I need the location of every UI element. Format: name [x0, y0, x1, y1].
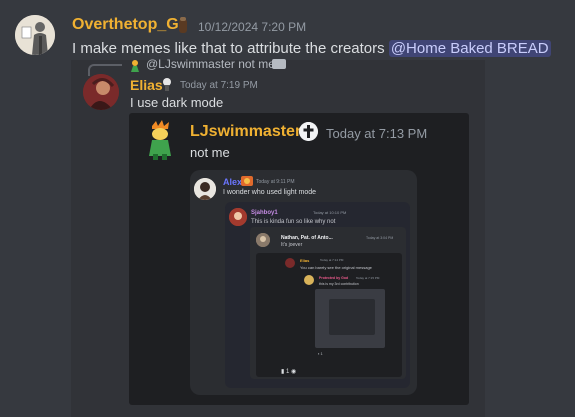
sjah-avatar-image: [229, 208, 247, 226]
message-text: I make memes like that to attribute the …: [72, 40, 551, 57]
reaction-count: 1: [320, 351, 323, 356]
bread-badge-icon: [179, 17, 187, 33]
add-reaction-icon: ◉: [291, 369, 297, 375]
author-name: Protected by God: [319, 276, 349, 280]
avatar[interactable]: [83, 74, 119, 110]
cross-icon: [299, 122, 318, 141]
reply-text: not me: [238, 57, 275, 71]
author-name: Elias: [300, 258, 310, 263]
elias-avatar-image: [83, 74, 119, 110]
avatar: [229, 208, 247, 226]
image-icon: [272, 59, 286, 69]
avatar: [304, 275, 314, 285]
message-timestamp: Today at 3:04 PM: [366, 236, 394, 240]
reply-preview[interactable]: @LJswimmaster not me: [146, 57, 275, 71]
author-name[interactable]: Overthetop_G: [72, 16, 179, 34]
message-timestamp: Today at 10:10 PM: [313, 210, 347, 215]
reaction-icon: ▮: [281, 369, 285, 375]
alex-avatar-image: [194, 178, 216, 200]
user-mention[interactable]: @Home Baked BREAD: [388, 40, 551, 57]
message-text: I wonder who used light mode: [223, 189, 316, 196]
lj-avatar-icon: [149, 120, 171, 160]
author-name: Alex: [223, 177, 243, 187]
message-timestamp: Today at 7:19 PM: [180, 80, 258, 91]
message-text-body: I make memes like that to attribute the …: [72, 40, 389, 57]
author-name: Sjahboy1: [251, 210, 278, 216]
message-timestamp: Today at 7:15 PM: [356, 276, 380, 280]
message-text: not me: [190, 145, 230, 160]
avatar[interactable]: [15, 15, 55, 55]
message-timestamp: Today at 7:14 PM: [320, 258, 344, 262]
message-text: It's joever: [281, 242, 303, 248]
badge-icon: [163, 78, 171, 91]
badge-icon: [241, 176, 253, 186]
message-timestamp: 10/12/2024 7:20 PM: [198, 20, 307, 34]
message-text: You can barely see the original message: [300, 265, 372, 270]
author-name: Nathan, Pat. of Anto...: [281, 235, 333, 241]
message-text: this is my 3rd contribution: [319, 282, 359, 286]
reply-mention: @LJswimmaster: [146, 57, 235, 71]
avatar: [285, 258, 295, 268]
message-timestamp: Today at 9:11 PM: [256, 179, 295, 185]
user-avatar-image: [15, 15, 55, 55]
reaction-bar: ▪ 1: [318, 351, 323, 356]
reaction-count: 1: [285, 369, 290, 375]
message-timestamp: Today at 7:13 PM: [326, 126, 428, 141]
author-name[interactable]: Elias: [130, 77, 163, 93]
nathan-avatar-image: [256, 233, 270, 247]
reply-avatar-icon: [131, 60, 139, 72]
nested-screenshot-inner: [329, 299, 375, 335]
avatar: [256, 233, 270, 247]
author-name[interactable]: LJswimmaster: [190, 123, 301, 141]
reaction-bar: ▮ 1 ◉: [281, 368, 296, 375]
message-text: This is kinda fun so like why not: [251, 219, 336, 225]
avatar: [194, 178, 216, 200]
message-text: I use dark mode: [130, 95, 224, 110]
nested-screenshot: [315, 289, 385, 348]
